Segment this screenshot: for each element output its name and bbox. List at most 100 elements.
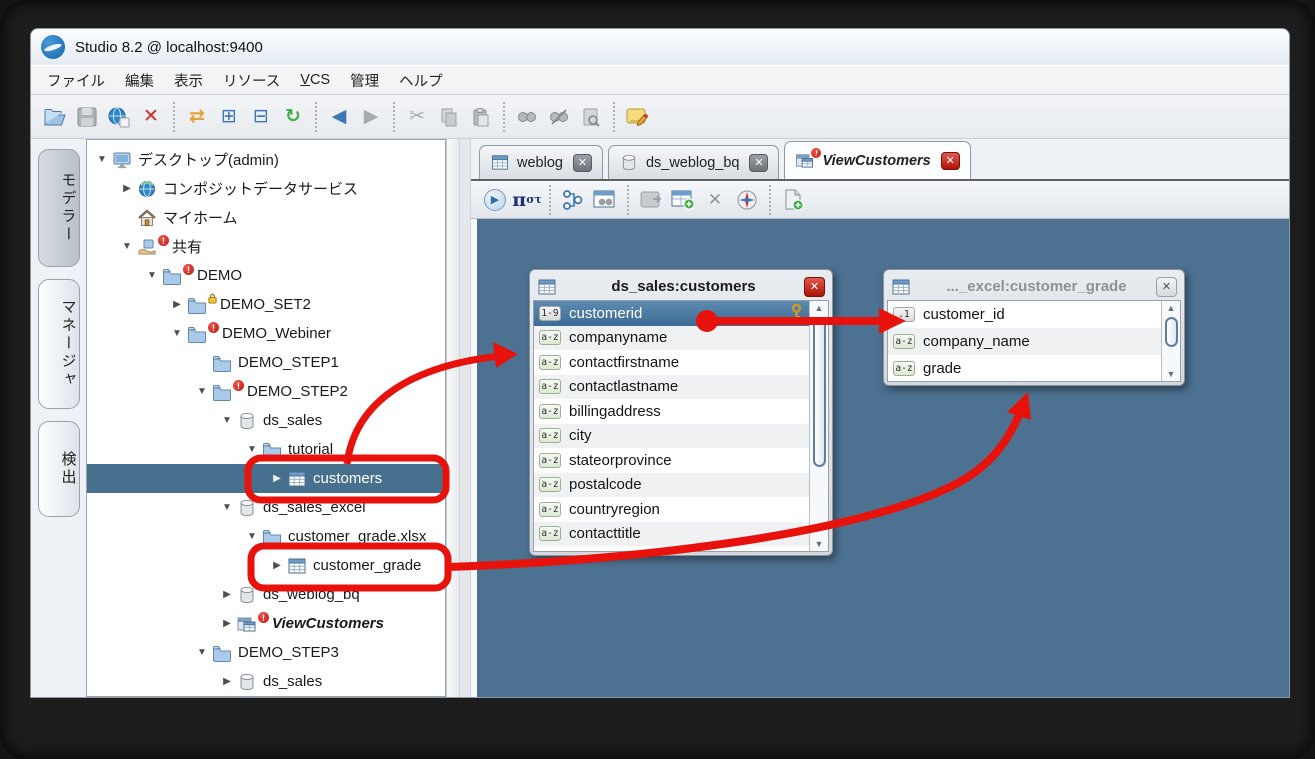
column-row[interactable]: a-zcompanyname [534, 326, 809, 351]
side-tab-modeler[interactable]: モデラー [38, 149, 80, 267]
tree-scrollbar[interactable] [446, 139, 459, 697]
column-row[interactable]: a-zbillingaddress [534, 399, 809, 424]
table-window-excel-customer-grade[interactable]: ..._excel:customer_grade ✕ .1customer_id… [883, 269, 1185, 386]
expand-arrow[interactable]: ▼ [245, 531, 259, 542]
navigator-icon[interactable] [733, 186, 761, 214]
vertical-scrollbar[interactable]: ▲ ▼ [1161, 301, 1180, 381]
expand-arrow[interactable]: ▶ [220, 676, 234, 687]
tree-item-customer-grade-xlsx[interactable]: ▼customer_grade.xlsx [87, 522, 445, 551]
menu-vcs[interactable]: VCS [290, 69, 340, 91]
scroll-down-icon[interactable]: ▼ [1167, 367, 1176, 381]
expand-arrow[interactable]: ▶ [270, 473, 284, 484]
column-row[interactable]: a-zcontactlastname [534, 375, 809, 400]
side-tab-manager[interactable]: マネージャ [38, 279, 80, 409]
menu-admin[interactable]: 管理 [340, 67, 389, 94]
tree-item-my-home[interactable]: マイホーム [87, 203, 445, 232]
lineage-icon[interactable] [559, 186, 587, 214]
publish-icon[interactable] [104, 102, 134, 132]
delete-icon[interactable]: ✕ [136, 102, 166, 132]
column-row[interactable]: 1-9customerid [534, 301, 809, 326]
paste-icon[interactable] [466, 102, 496, 132]
tab-weblog[interactable]: weblog ✕ [479, 145, 603, 179]
tree-item-customers[interactable]: ▶customers [87, 464, 445, 493]
execute-icon[interactable]: ▶ [481, 186, 509, 214]
side-tab-discovery[interactable]: 検出 [38, 421, 80, 517]
menu-help[interactable]: ヘルプ [389, 67, 453, 94]
projection-selection-icon[interactable]: πστ [513, 186, 541, 214]
expand-arrow[interactable]: ▼ [195, 647, 209, 658]
swap-icon[interactable]: ⇄ [182, 102, 212, 132]
column-row[interactable]: a-zcity [534, 424, 809, 449]
column-row[interactable]: .1customer_id [888, 301, 1161, 328]
menu-file[interactable]: ファイル [37, 67, 115, 94]
expand-arrow[interactable]: ▶ [220, 589, 234, 600]
forward-icon[interactable]: ▶ [356, 102, 386, 132]
collapse-all-icon[interactable]: ⊟ [246, 102, 276, 132]
expand-arrow[interactable]: ▼ [195, 386, 209, 397]
new-view-icon[interactable] [779, 186, 807, 214]
refresh-icon[interactable]: ↻ [278, 102, 308, 132]
menu-edit[interactable]: 編集 [115, 67, 164, 94]
scrollbar-thumb[interactable] [1165, 317, 1178, 347]
tree-item-shared[interactable]: ▼!共有 [87, 232, 445, 261]
scrollbar-thumb[interactable] [813, 317, 826, 467]
find-next-icon[interactable] [544, 102, 574, 132]
tree-item-desktop[interactable]: ▼デスクトップ(admin) [87, 145, 445, 174]
add-table-icon[interactable] [669, 186, 697, 214]
open-icon[interactable] [40, 102, 70, 132]
column-row[interactable]: a-zgrade [888, 355, 1161, 381]
show-table-icon[interactable] [637, 186, 665, 214]
scroll-down-icon[interactable]: ▼ [815, 537, 824, 551]
expand-arrow[interactable]: ▶ [270, 560, 284, 571]
scroll-up-icon[interactable]: ▲ [815, 301, 824, 315]
tree-item-ds-sales[interactable]: ▼ds_sales [87, 406, 445, 435]
expand-all-icon[interactable]: ⊞ [214, 102, 244, 132]
menu-resource[interactable]: リソース [213, 67, 290, 94]
close-icon[interactable]: ✕ [1156, 277, 1177, 297]
expand-arrow[interactable]: ▼ [95, 154, 109, 165]
tree-item-customer-grade[interactable]: ▶customer_grade [87, 551, 445, 580]
expand-arrow[interactable]: ▼ [245, 444, 259, 455]
tree-item-demo-set2[interactable]: ▶DEMO_SET2 [87, 290, 445, 319]
table-window-header[interactable]: ..._excel:customer_grade ✕ [887, 273, 1181, 300]
find-in-model-icon[interactable] [591, 186, 619, 214]
column-row[interactable]: a-zcontactfirstname [534, 350, 809, 375]
table-window-ds-sales-customers[interactable]: ds_sales:customers ✕ 1-9customerid a-zco… [529, 269, 833, 556]
close-icon[interactable]: ✕ [804, 277, 825, 297]
expand-arrow[interactable]: ▼ [170, 328, 184, 339]
copy-icon[interactable] [434, 102, 464, 132]
tree-item-ds-sales-2[interactable]: ▶ds_sales [87, 667, 445, 696]
close-icon[interactable]: ✕ [573, 154, 592, 172]
find-icon[interactable] [512, 102, 542, 132]
expand-arrow[interactable]: ▶ [220, 618, 234, 629]
tree-item-demo-step1[interactable]: DEMO_STEP1 [87, 348, 445, 377]
model-canvas[interactable]: ds_sales:customers ✕ 1-9customerid a-zco… [477, 219, 1289, 697]
menu-view[interactable]: 表示 [164, 67, 213, 94]
tree-item-tutorial[interactable]: ▼tutorial [87, 435, 445, 464]
remove-icon[interactable]: ✕ [701, 186, 729, 214]
tab-viewcustomers[interactable]: ! ViewCustomers ✕ [784, 141, 970, 179]
column-row[interactable]: a-zstateorprovince [534, 448, 809, 473]
column-row[interactable]: a-zcontacttitle [534, 522, 809, 547]
table-window-header[interactable]: ds_sales:customers ✕ [533, 273, 829, 300]
tree-item-demo-step2[interactable]: ▼!DEMO_STEP2 [87, 377, 445, 406]
tree-item-viewcustomers[interactable]: ▶!ViewCustomers [87, 609, 445, 638]
expand-arrow[interactable]: ▶ [170, 299, 184, 310]
column-row[interactable]: a-zpostalcode [534, 473, 809, 498]
tree-item-demo-webiner[interactable]: ▼!DEMO_Webiner [87, 319, 445, 348]
annotation-icon[interactable] [622, 102, 652, 132]
back-icon[interactable]: ◀ [324, 102, 354, 132]
close-icon[interactable]: ✕ [941, 152, 960, 170]
tree-item-composite-data-services[interactable]: ▶コンポジットデータサービス [87, 174, 445, 203]
tree-item-demo[interactable]: ▼!DEMO [87, 261, 445, 290]
tree-item-ds-weblog-bq[interactable]: ▶ds_weblog_bq [87, 580, 445, 609]
close-icon[interactable]: ✕ [749, 154, 768, 172]
tree-item-ds-sales-excel[interactable]: ▼ds_sales_excel [87, 493, 445, 522]
column-row[interactable]: a-zcountryregion [534, 497, 809, 522]
expand-arrow[interactable]: ▼ [220, 415, 234, 426]
expand-arrow[interactable]: ▼ [120, 241, 134, 252]
expand-arrow[interactable]: ▼ [145, 270, 159, 281]
column-row[interactable]: a-zcompany_name [888, 328, 1161, 355]
scroll-up-icon[interactable]: ▲ [1167, 301, 1176, 315]
expand-arrow[interactable]: ▶ [120, 183, 134, 194]
